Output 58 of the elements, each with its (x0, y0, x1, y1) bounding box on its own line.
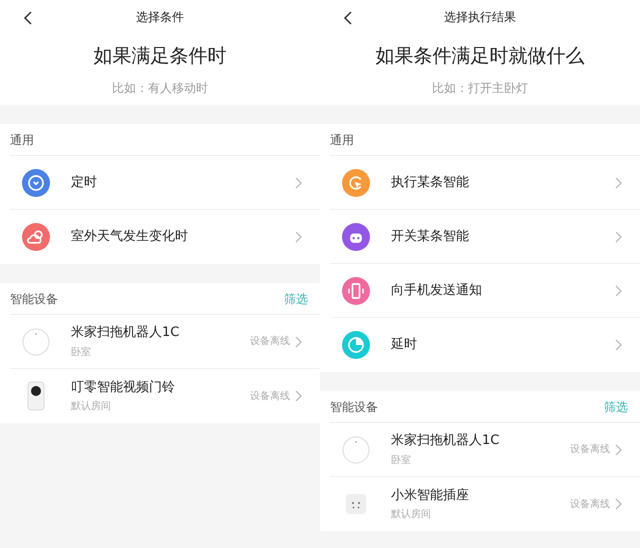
room-name: 默认房间 (391, 508, 432, 522)
chevron-right-icon (295, 336, 302, 348)
option-label: 向手机发送通知 (391, 282, 483, 300)
weather-icon (22, 223, 50, 251)
robot-vacuum-icon (342, 436, 370, 464)
option-row[interactable]: 向手机发送通知 (330, 264, 640, 318)
option-row[interactable]: 定时 (10, 156, 320, 210)
device-name: 小米智能插座 (391, 486, 470, 505)
chevron-right-icon (615, 284, 622, 296)
device-row[interactable]: 米家扫拖机器人1C 卧室 设备离线 (330, 423, 640, 477)
chevron-right-icon (295, 231, 302, 243)
device-name: 米家扫拖机器人1C (71, 324, 180, 342)
chevron-right-icon (295, 390, 302, 402)
chevron-right-icon (615, 498, 622, 510)
device-name: 米家扫拖机器人1C (391, 432, 500, 450)
section-title: 通用 (10, 132, 34, 148)
robot-icon (342, 222, 370, 250)
option-row[interactable]: 延时 (330, 318, 640, 372)
status-text: 设备离线 (250, 334, 290, 349)
device-row[interactable]: 叮零智能视频门铃 默认房间 设备离线 (10, 369, 320, 423)
page-heading: 如果条件满足时就做什么 (376, 44, 584, 69)
device-row[interactable]: 米家扫拖机器人1C 卧室 设备离线 (10, 315, 320, 369)
status-text: 设备离线 (250, 390, 290, 404)
option-row[interactable]: 开关某条智能 (330, 210, 640, 264)
room-name: 卧室 (391, 454, 412, 468)
option-row[interactable]: 室外天气发生变化时 (10, 210, 320, 264)
chevron-right-icon (615, 230, 622, 242)
example-hint: 比如：有人移动时 (112, 80, 208, 96)
clock-icon (22, 168, 50, 196)
phone-icon (342, 276, 370, 304)
option-label: 执行某条智能 (391, 174, 470, 192)
doorbell-camera-icon (26, 381, 46, 411)
nav-title: 选择条件 (136, 9, 184, 26)
page-heading: 如果满足条件时 (94, 44, 226, 69)
room-name: 卧室 (71, 346, 92, 360)
option-row[interactable]: 执行某条智能 (330, 156, 640, 210)
status-text: 设备离线 (570, 498, 610, 512)
timer-icon (342, 331, 370, 359)
smart-plug-icon (345, 493, 367, 515)
chevron-right-icon (295, 176, 302, 188)
chevron-right-icon (615, 444, 622, 456)
chevron-right-icon (615, 339, 622, 351)
option-label: 室外天气发生变化时 (71, 228, 189, 246)
status-text: 设备离线 (570, 442, 610, 457)
robot-vacuum-icon (22, 328, 50, 356)
nav-title: 选择执行结果 (444, 9, 516, 26)
cursor-icon (342, 168, 370, 196)
chevron-right-icon (615, 176, 622, 188)
room-name: 默认房间 (71, 400, 112, 414)
device-row[interactable]: 小米智能插座 默认房间 设备离线 (330, 477, 640, 531)
example-hint: 比如：打开主卧灯 (432, 80, 528, 96)
device-name: 叮零智能视频门铃 (71, 378, 176, 397)
section-title: 智能设备 (10, 290, 58, 308)
section-title: 智能设备 (330, 398, 378, 416)
option-label: 开关某条智能 (391, 228, 470, 246)
option-label: 延时 (391, 336, 418, 354)
option-label: 定时 (71, 174, 98, 192)
section-title: 通用 (330, 132, 354, 148)
